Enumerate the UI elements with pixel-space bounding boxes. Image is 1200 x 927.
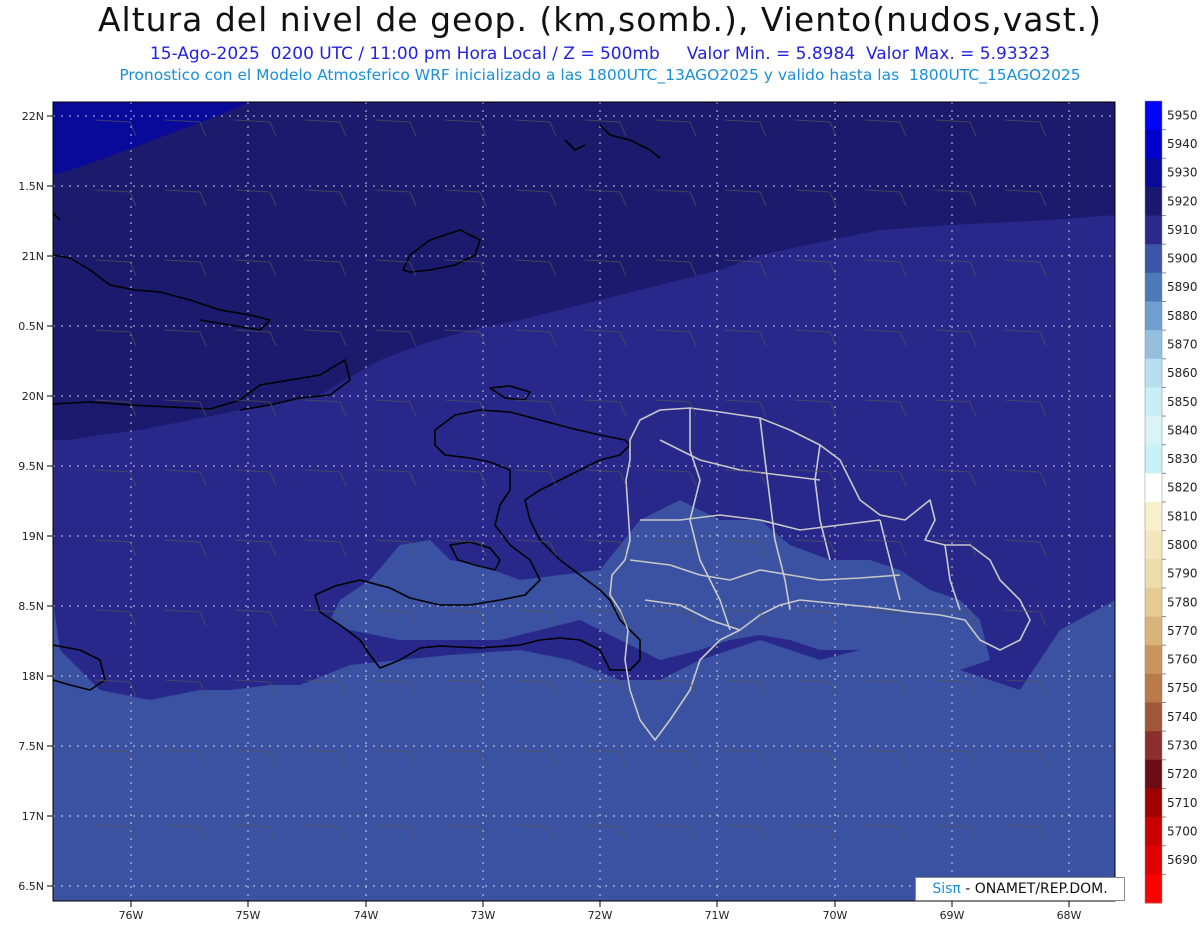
- colorbar-swatch: [1145, 244, 1162, 274]
- colorbar-level-label: 5890: [1167, 280, 1198, 294]
- lon-label: 72W: [588, 909, 613, 922]
- colorbar-level-label: 5790: [1167, 567, 1198, 581]
- colorbar-level-label: 5920: [1167, 194, 1198, 208]
- colorbar-swatch: [1145, 616, 1162, 646]
- colorbar-swatch: [1145, 559, 1162, 589]
- colorbar-swatch: [1145, 358, 1162, 388]
- colorbar-level-label: 5780: [1167, 595, 1198, 609]
- colorbar-swatch: [1145, 788, 1162, 818]
- colorbar-swatch: [1145, 158, 1162, 188]
- lat-label: 0.5N: [18, 320, 44, 333]
- colorbar-level-label: 5690: [1167, 853, 1198, 867]
- colorbar-swatch: [1145, 444, 1162, 474]
- colorbar-level-label: 5800: [1167, 538, 1198, 552]
- colorbar-swatch: [1145, 473, 1162, 503]
- colorbar-level-label: 5860: [1167, 366, 1198, 380]
- colorbar-swatch: [1145, 702, 1162, 732]
- lon-label: 74W: [354, 909, 379, 922]
- colorbar-level-label: 5850: [1167, 395, 1198, 409]
- colorbar-swatch: [1145, 129, 1162, 159]
- lat-label: 17N: [22, 810, 44, 823]
- colorbar-level-label: 5750: [1167, 681, 1198, 695]
- colorbar-swatch: [1145, 731, 1162, 761]
- lon-label: 73W: [471, 909, 496, 922]
- credit-text: - ONAMET/REP.DOM.: [960, 881, 1108, 897]
- colorbar-swatch: [1145, 416, 1162, 446]
- colorbar-swatch: [1145, 272, 1162, 302]
- colorbar-level-label: 5700: [1167, 824, 1198, 838]
- colorbar-level-label: 5840: [1167, 423, 1198, 437]
- lat-label: 20N: [22, 390, 44, 403]
- credit-box: Sisπ - ONAMET/REP.DOM.: [915, 877, 1125, 901]
- colorbar-swatch: [1145, 874, 1162, 904]
- lon-label: 70W: [823, 909, 848, 922]
- lat-label: 9.5N: [18, 460, 44, 473]
- colorbar-swatch: [1145, 530, 1162, 560]
- colorbar-level-label: 5900: [1167, 252, 1198, 266]
- colorbar-swatch: [1145, 101, 1162, 131]
- colorbar-level-label: 5730: [1167, 738, 1198, 752]
- colorbar-labels: 5950 5940 5930 5920 5910 5900 5890 5880 5870 5860…: [1167, 108, 1198, 867]
- colorbar-level-label: 5930: [1167, 166, 1198, 180]
- colorbar-swatch: [1145, 817, 1162, 847]
- lat-label: 7.5N: [18, 740, 44, 753]
- lon-label: 76W: [119, 909, 144, 922]
- colorbar-swatch: [1145, 502, 1162, 532]
- colorbar-swatch: [1145, 645, 1162, 675]
- lat-label: 21N: [22, 250, 44, 263]
- colorbar-swatch: [1145, 673, 1162, 703]
- colorbar-level-label: 5830: [1167, 452, 1198, 466]
- colorbar-swatch: [1145, 301, 1162, 331]
- lon-label: 71W: [705, 909, 730, 922]
- colorbar-swatch: [1145, 759, 1162, 789]
- lat-label: 22N: [22, 110, 44, 123]
- colorbar-level-label: 5820: [1167, 481, 1198, 495]
- colorbar-swatch: [1145, 587, 1162, 618]
- colorbar-level-label: 5950: [1167, 108, 1198, 122]
- colorbar-level-label: 5940: [1167, 137, 1198, 151]
- lat-label: 18N: [22, 670, 44, 683]
- sispi-logo: Sisπ: [932, 881, 961, 897]
- lat-label: 19N: [22, 530, 44, 543]
- colorbar-level-label: 5880: [1167, 309, 1198, 323]
- colorbar-level-label: 5720: [1167, 767, 1198, 781]
- lon-ticks: [130, 901, 1070, 907]
- geopotential-map: 22N 1.5N 21N 0.5N 20N 9.5N 19N 8.5N 18N …: [18, 100, 1198, 922]
- colorbar-level-label: 5870: [1167, 337, 1198, 351]
- colorbar-level-label: 5760: [1167, 653, 1198, 667]
- lat-ticks: [47, 115, 53, 887]
- colorbar-level-label: 5710: [1167, 796, 1198, 810]
- colorbar-level-label: 5810: [1167, 509, 1198, 523]
- lat-label: 1.5N: [18, 180, 44, 193]
- lat-label: 6.5N: [18, 880, 44, 893]
- lat-label: 8.5N: [18, 600, 44, 613]
- colorbar-swatch: [1145, 330, 1162, 360]
- colorbar: [1144, 100, 1166, 904]
- colorbar-swatch: [1145, 186, 1162, 217]
- colorbar-level-label: 5770: [1167, 624, 1198, 638]
- colorbar-level-label: 5910: [1167, 223, 1198, 237]
- colorbar-swatch: [1145, 845, 1162, 875]
- lon-label: 69W: [940, 909, 965, 922]
- colorbar-level-label: 5740: [1167, 710, 1198, 724]
- lon-label: 68W: [1057, 909, 1082, 922]
- lon-label: 75W: [236, 909, 261, 922]
- colorbar-swatch: [1145, 387, 1162, 417]
- colorbar-swatch: [1145, 215, 1162, 245]
